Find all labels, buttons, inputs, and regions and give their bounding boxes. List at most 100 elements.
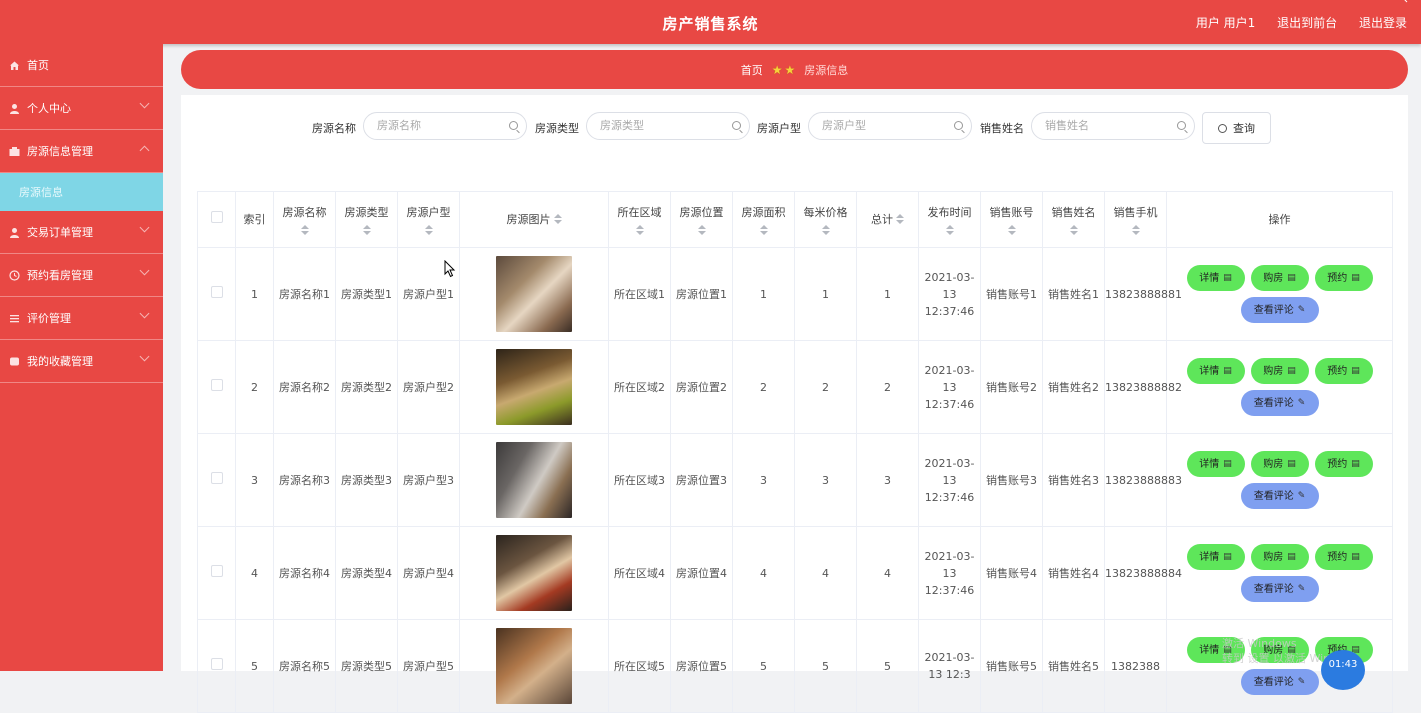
sort-icon[interactable] (1069, 225, 1078, 235)
buy-button[interactable]: 购房 ▤ (1250, 358, 1309, 384)
house-image[interactable] (496, 349, 572, 425)
column-header[interactable]: 房源位置 (670, 191, 733, 248)
breadcrumb: 首页 ★ ★ 房源信息 (181, 50, 1408, 89)
buy-button[interactable]: 购房 ▤ (1250, 544, 1309, 570)
sort-icon[interactable] (635, 225, 644, 235)
sort-icon[interactable] (362, 225, 371, 235)
sidebar-item-label: 我的收藏管理 (27, 355, 93, 368)
row-select-cell[interactable] (197, 526, 236, 620)
reserve-button[interactable]: 预约▤ (1314, 451, 1373, 477)
view-reviews-button[interactable]: 查看评论 ✎ (1240, 576, 1319, 602)
row-checkbox[interactable] (210, 378, 223, 391)
logout-link[interactable]: 退出登录 (1359, 16, 1407, 30)
column-header-label: 房源面积 (741, 206, 786, 219)
row-checkbox[interactable] (210, 564, 223, 577)
sidebar-item-viewing[interactable]: 预约看房管理 (0, 254, 163, 297)
table-cell: 房源类型1 (335, 247, 398, 341)
column-header[interactable]: 销售账号 (980, 191, 1043, 248)
column-header[interactable]: 总计 (856, 191, 919, 248)
column-header[interactable]: 房源类型 (335, 191, 398, 248)
table-cell: 房源类型5 (335, 619, 398, 713)
column-header[interactable]: 销售手机 (1104, 191, 1167, 248)
buy-button[interactable]: 购房 ▤ (1250, 451, 1309, 477)
user-link[interactable]: 用户 用户1 (1196, 16, 1255, 30)
sort-icon[interactable] (697, 225, 706, 235)
reserve-button[interactable]: 预约▤ (1314, 358, 1373, 384)
sidebar-item-home[interactable]: 首页 (0, 44, 163, 87)
row-checkbox[interactable] (210, 657, 223, 670)
column-header[interactable]: 房源名称 (273, 191, 336, 248)
document-icon: ▤ (1351, 458, 1360, 469)
row-select-cell[interactable] (197, 619, 236, 713)
search-input-seller[interactable]: 销售姓名 (1031, 112, 1195, 140)
recording-timer[interactable]: 01:43 (1321, 650, 1365, 690)
sort-icon[interactable] (896, 214, 904, 224)
exit-to-front-link[interactable]: 退出到前台 (1277, 16, 1337, 30)
cell-text: 2 (884, 380, 891, 394)
column-header[interactable]: 所在区域 (608, 191, 671, 248)
view-reviews-button[interactable]: 查看评论 ✎ (1240, 669, 1319, 695)
detail-button[interactable]: 详情 ▤ (1186, 451, 1245, 477)
row-select-cell[interactable] (197, 340, 236, 434)
select-all-checkbox[interactable] (210, 211, 223, 223)
table-cell: 销售账号2 (980, 340, 1043, 434)
buy-button[interactable]: 购房 ▤ (1250, 265, 1309, 291)
reserve-button[interactable]: 预约▤ (1314, 265, 1373, 291)
sidebar-item-favorites[interactable]: 我的收藏管理 (0, 340, 163, 383)
column-header[interactable]: 房源面积 (732, 191, 795, 248)
sort-icon[interactable] (1007, 225, 1016, 235)
document-icon: ▤ (1223, 272, 1232, 283)
table-cell: 4 (794, 526, 857, 620)
row-checkbox[interactable] (210, 285, 223, 298)
cell-text: 房源类型2 (341, 380, 392, 394)
detail-button[interactable]: 详情 ▤ (1186, 358, 1245, 384)
document-icon: ▤ (1351, 272, 1360, 283)
column-header[interactable]: 销售姓名 (1042, 191, 1105, 248)
search-label-layout: 房源户型 (757, 122, 801, 135)
sort-icon[interactable] (424, 225, 433, 235)
detail-button[interactable]: 详情 ▤ (1186, 265, 1245, 291)
search-input-layout[interactable]: 房源户型 (808, 112, 972, 140)
sort-icon[interactable] (759, 225, 768, 235)
select-all-cell[interactable] (197, 191, 236, 248)
view-reviews-button[interactable]: 查看评论 ✎ (1240, 390, 1319, 416)
sidebar-item-profile[interactable]: 个人中心 (0, 87, 163, 130)
house-image[interactable] (496, 442, 572, 518)
search-icon (732, 121, 741, 130)
sort-icon[interactable] (300, 225, 309, 235)
house-image[interactable] (496, 535, 572, 611)
sidebar-item-orders[interactable]: 交易订单管理 (0, 211, 163, 254)
sort-icon[interactable] (553, 214, 562, 224)
edit-icon: ✎ (1297, 490, 1306, 501)
house-image[interactable] (496, 256, 572, 332)
cell-text: 房源名称4 (279, 566, 330, 580)
table-cell: 2 (856, 340, 919, 434)
view-reviews-button[interactable]: 查看评论 ✎ (1240, 297, 1319, 323)
breadcrumb-home[interactable]: 首页 (741, 62, 763, 78)
search-input-type[interactable]: 房源类型 (586, 112, 750, 140)
sidebar-item-house-info[interactable]: 房源信息管理 (0, 130, 163, 173)
house-image[interactable] (496, 628, 572, 704)
fullscreen-icon[interactable] (1401, 0, 1419, 8)
sidebar-subitem-house-info[interactable]: 房源信息 (0, 173, 163, 211)
query-button[interactable]: 查询 (1202, 112, 1271, 144)
sort-icon[interactable] (821, 225, 830, 235)
sidebar-item-reviews[interactable]: 评价管理 (0, 297, 163, 340)
detail-button[interactable]: 详情 ▤ (1186, 544, 1245, 570)
search-input-name[interactable]: 房源名称 (363, 112, 527, 140)
cell-text: 2021-03-13 12:37:46 (924, 270, 975, 318)
reserve-button[interactable]: 预约▤ (1314, 544, 1373, 570)
column-header[interactable]: 房源图片 (459, 191, 609, 248)
search-placeholder: 房源类型 (600, 119, 644, 132)
row-checkbox[interactable] (210, 471, 223, 484)
row-select-cell[interactable] (197, 247, 236, 341)
cell-text: 销售姓名4 (1048, 566, 1099, 580)
view-reviews-button[interactable]: 查看评论 ✎ (1240, 483, 1319, 509)
row-select-cell[interactable] (197, 433, 236, 527)
column-header[interactable]: 发布时间 (918, 191, 981, 248)
column-header[interactable]: 每米价格 (794, 191, 857, 248)
column-header[interactable]: 房源户型 (397, 191, 460, 248)
cell-text: 所在区域4 (614, 566, 665, 580)
sort-icon[interactable] (945, 225, 954, 235)
sort-icon[interactable] (1131, 225, 1140, 235)
